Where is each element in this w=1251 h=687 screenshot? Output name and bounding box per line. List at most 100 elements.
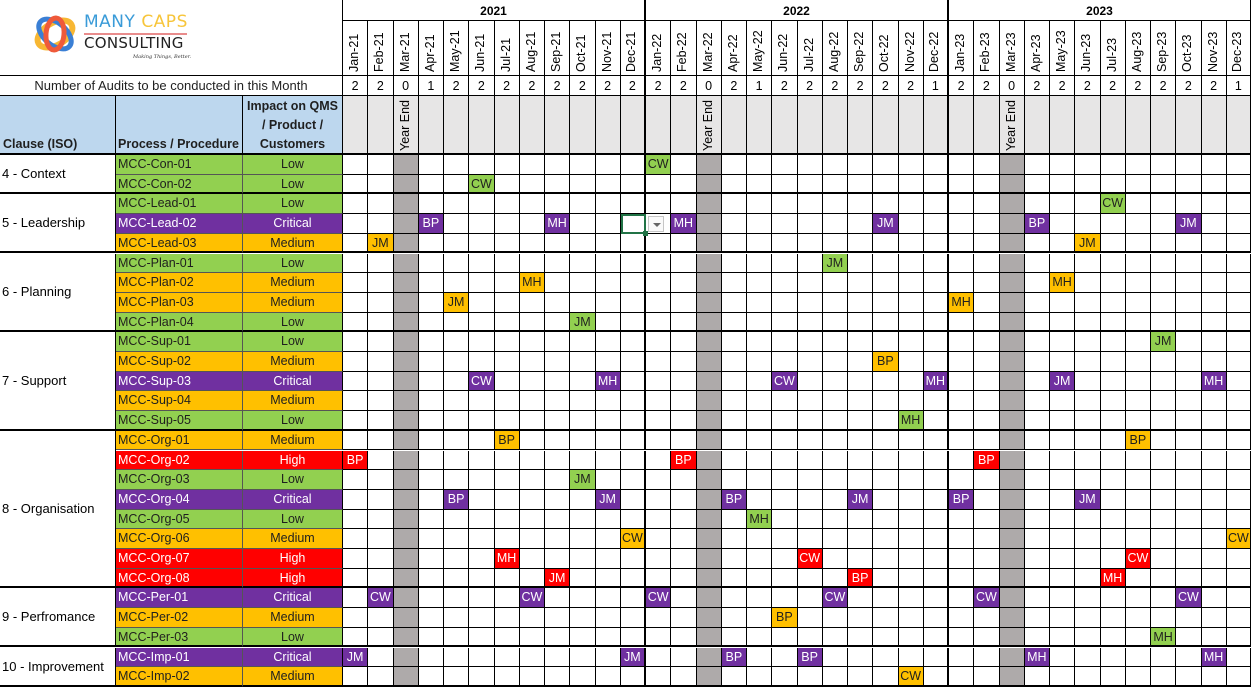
audit-count-cell[interactable]: 0	[999, 76, 1025, 96]
schedule-cell[interactable]	[519, 627, 545, 648]
audit-count-cell[interactable]: 2	[595, 76, 621, 96]
year-header-2021[interactable]: 2021	[343, 0, 646, 21]
schedule-cell[interactable]	[898, 273, 924, 293]
month-header[interactable]: Sep-23	[1151, 21, 1177, 76]
schedule-cell[interactable]	[848, 371, 874, 392]
schedule-cell[interactable]	[671, 509, 697, 530]
schedule-cell[interactable]	[1024, 273, 1050, 293]
schedule-cell[interactable]	[1226, 233, 1251, 254]
schedule-cell[interactable]	[797, 253, 823, 274]
schedule-cell[interactable]	[696, 667, 722, 687]
schedule-cell[interactable]	[873, 489, 899, 510]
schedule-cell[interactable]	[469, 253, 495, 274]
audit-assignment-cell[interactable]: JM	[570, 470, 596, 490]
schedule-cell[interactable]	[747, 292, 773, 313]
schedule-cell[interactable]	[595, 391, 621, 412]
schedule-cell[interactable]	[772, 233, 798, 254]
schedule-cell[interactable]	[1201, 233, 1227, 254]
schedule-cell[interactable]	[646, 352, 672, 372]
schedule-cell[interactable]	[444, 194, 470, 215]
schedule-cell[interactable]	[393, 352, 419, 372]
audit-count-cell[interactable]: 2	[848, 76, 874, 96]
schedule-cell[interactable]	[343, 174, 369, 195]
schedule-cell[interactable]	[974, 608, 1000, 628]
schedule-cell[interactable]	[1176, 647, 1202, 668]
schedule-cell[interactable]	[418, 450, 444, 471]
schedule-cell[interactable]	[1100, 549, 1126, 569]
schedule-cell[interactable]	[848, 647, 874, 668]
schedule-cell[interactable]	[469, 608, 495, 628]
schedule-cell[interactable]	[898, 391, 924, 412]
schedule-cell[interactable]	[393, 312, 419, 333]
schedule-cell[interactable]	[469, 430, 495, 451]
audit-assignment-cell[interactable]: JM	[368, 233, 394, 254]
schedule-cell[interactable]	[848, 352, 874, 372]
process-cell[interactable]: MCC-Sup-01	[116, 332, 243, 352]
audit-count-cell[interactable]: 2	[822, 76, 848, 96]
schedule-cell[interactable]	[1100, 667, 1126, 687]
schedule-cell[interactable]	[721, 174, 747, 195]
schedule-cell[interactable]	[848, 174, 874, 195]
schedule-cell[interactable]	[873, 155, 899, 175]
schedule-cell[interactable]	[923, 549, 949, 569]
schedule-cell[interactable]	[873, 253, 899, 274]
schedule-cell[interactable]	[570, 174, 596, 195]
schedule-cell[interactable]	[494, 292, 520, 313]
schedule-cell[interactable]	[1125, 489, 1151, 510]
schedule-cell[interactable]	[1201, 549, 1227, 569]
audit-count-cell[interactable]: 2	[797, 76, 823, 96]
schedule-cell[interactable]	[1226, 214, 1251, 234]
schedule-cell[interactable]	[545, 332, 571, 352]
schedule-cell[interactable]	[595, 430, 621, 451]
schedule-cell[interactable]	[368, 292, 394, 313]
schedule-cell[interactable]	[1226, 430, 1251, 451]
schedule-cell[interactable]	[949, 509, 975, 530]
schedule-cell[interactable]	[1100, 489, 1126, 510]
schedule-cell[interactable]	[620, 608, 646, 628]
schedule-cell[interactable]	[393, 489, 419, 510]
schedule-cell[interactable]	[671, 411, 697, 431]
schedule-cell[interactable]	[646, 549, 672, 569]
schedule-cell[interactable]	[772, 391, 798, 412]
impact-cell[interactable]: Low	[243, 332, 343, 352]
schedule-cell[interactable]	[469, 450, 495, 471]
schedule-cell[interactable]	[873, 647, 899, 668]
schedule-cell[interactable]	[620, 627, 646, 648]
schedule-cell[interactable]	[469, 273, 495, 293]
schedule-cell[interactable]	[469, 292, 495, 313]
schedule-cell[interactable]	[999, 647, 1025, 668]
note-header-cell[interactable]	[1075, 96, 1101, 155]
schedule-cell[interactable]	[545, 233, 571, 254]
schedule-cell[interactable]	[999, 509, 1025, 530]
audit-count-cell[interactable]: 2	[1075, 76, 1101, 96]
schedule-cell[interactable]	[696, 647, 722, 668]
schedule-cell[interactable]	[848, 194, 874, 215]
impact-cell[interactable]: High	[243, 450, 343, 471]
schedule-cell[interactable]	[444, 470, 470, 490]
schedule-cell[interactable]	[696, 529, 722, 549]
schedule-cell[interactable]	[671, 627, 697, 648]
schedule-cell[interactable]	[822, 233, 848, 254]
schedule-cell[interactable]	[898, 332, 924, 352]
schedule-cell[interactable]	[570, 233, 596, 254]
schedule-cell[interactable]	[545, 627, 571, 648]
schedule-cell[interactable]	[721, 509, 747, 530]
audit-assignment-cell[interactable]: BP	[1125, 430, 1151, 451]
schedule-cell[interactable]	[822, 214, 848, 234]
note-header-cell[interactable]	[671, 96, 697, 155]
schedule-cell[interactable]	[949, 155, 975, 175]
schedule-cell[interactable]	[343, 411, 369, 431]
audit-assignment-cell[interactable]: JM	[620, 647, 646, 668]
schedule-cell[interactable]	[1125, 174, 1151, 195]
schedule-cell[interactable]	[923, 273, 949, 293]
schedule-cell[interactable]	[873, 332, 899, 352]
schedule-cell[interactable]	[1050, 292, 1076, 313]
schedule-cell[interactable]	[1151, 391, 1177, 412]
schedule-cell[interactable]	[620, 411, 646, 431]
schedule-cell[interactable]	[671, 588, 697, 609]
schedule-cell[interactable]	[343, 233, 369, 254]
schedule-cell[interactable]	[646, 174, 672, 195]
schedule-cell[interactable]	[1024, 194, 1050, 215]
schedule-cell[interactable]	[494, 352, 520, 372]
month-header[interactable]: Jun-22	[772, 21, 798, 76]
